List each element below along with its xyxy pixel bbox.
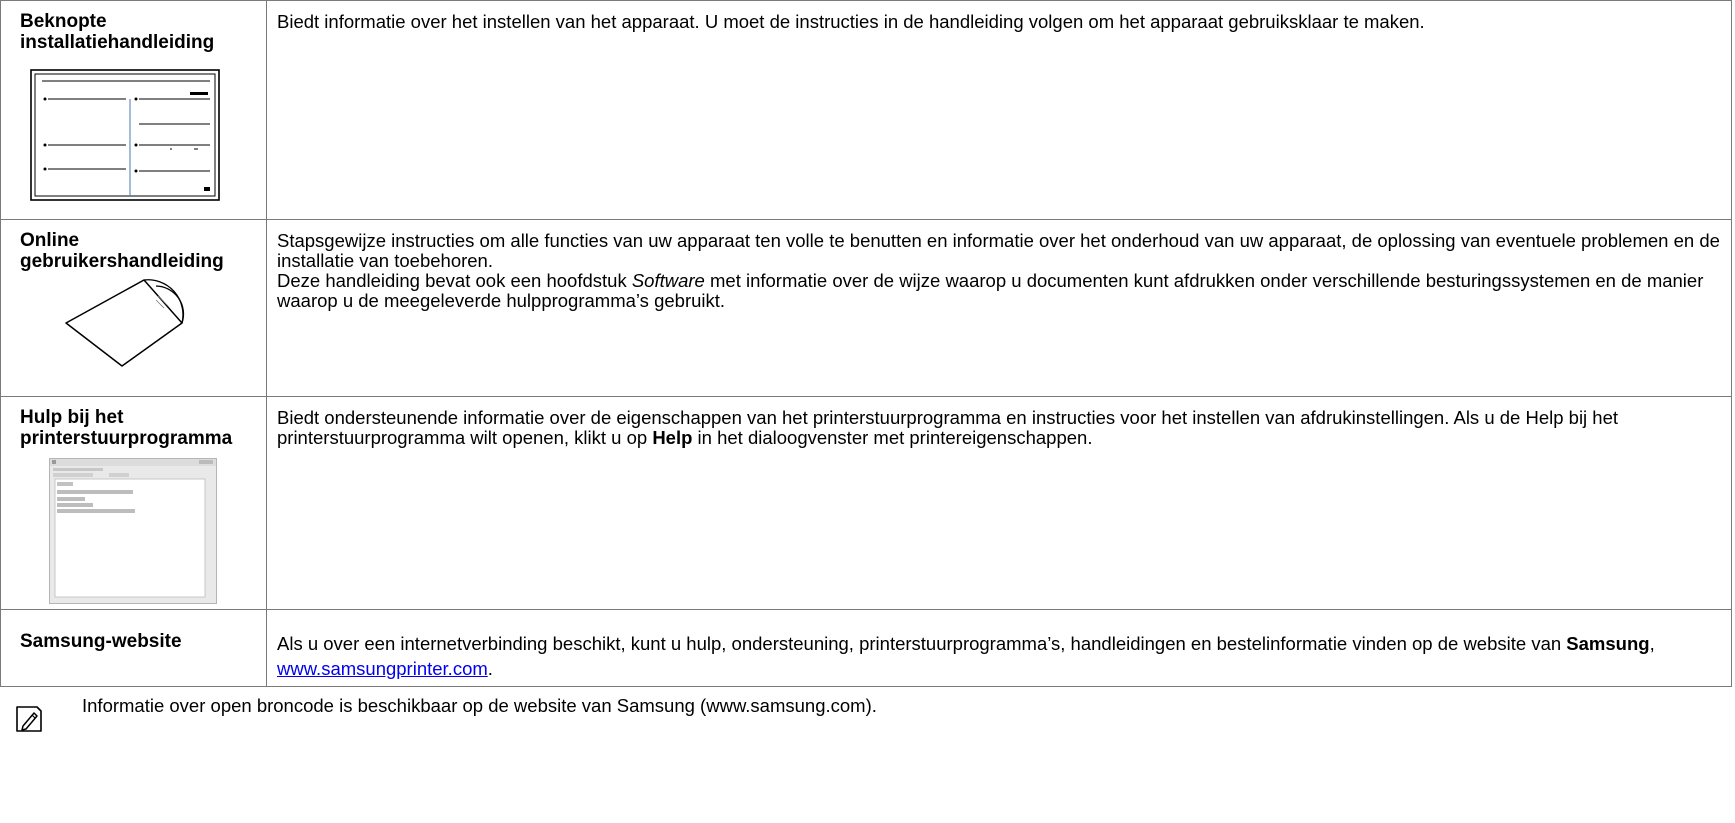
guide-table: Beknopte installatiehandleiding Biedt in…: [0, 0, 1732, 687]
description-end: .: [487, 658, 493, 679]
label-cell: Online gebruikershandleiding: [0, 219, 267, 397]
description-text: in het dialoogvenster met printereigensc…: [692, 427, 1093, 448]
table-row: Online gebruikershandleiding Stapsgewijz…: [0, 219, 1732, 397]
note: Informatie over open broncode is beschik…: [14, 694, 1714, 734]
row-label: Hulp bij het printerstuurprogramma: [20, 407, 233, 449]
note-text: Informatie over open broncode is beschik…: [82, 695, 877, 716]
note-pencil-icon: [16, 706, 42, 732]
description-cell: Stapsgewijze instructies om alle functie…: [266, 219, 1732, 397]
quick-install-guide-icon: [30, 69, 220, 201]
row-description: Als u over een internetverbinding beschi…: [267, 610, 1731, 681]
row-label: Online gebruikershandleiding: [20, 230, 224, 272]
description-text: Stapsgewijze instructies om alle functie…: [277, 230, 1720, 271]
help-button-name: Help: [652, 427, 693, 448]
label-cell: Beknopte installatiehandleiding: [0, 0, 267, 220]
row-description: Biedt ondersteunende informatie over de …: [267, 397, 1731, 448]
label-cell: Samsung-website: [0, 609, 267, 687]
cd-disc-icon: [65, 279, 185, 367]
row-label: Samsung-website: [20, 631, 182, 652]
description-cell: Als u over een internetverbinding beschi…: [266, 609, 1732, 687]
samsungprinter-link[interactable]: www.samsungprinter.com: [277, 658, 488, 679]
table-row: Samsung-website Als u over een internetv…: [0, 609, 1732, 687]
help-window-icon: [49, 458, 217, 604]
description-text: Deze handleiding bevat ook een hoofdstuk: [277, 270, 632, 291]
description-text: Als u over een internetverbinding beschi…: [277, 633, 1567, 654]
table-row: Hulp bij het printerstuurprogramma Biedt…: [0, 396, 1732, 610]
separator-text: ,: [1649, 633, 1655, 654]
description-cell: Biedt informatie over het instellen van …: [266, 0, 1732, 220]
table-row: Beknopte installatiehandleiding Biedt in…: [0, 0, 1732, 220]
label-cell: Hulp bij het printerstuurprogramma: [0, 396, 267, 610]
row-description: Stapsgewijze instructies om alle functie…: [267, 220, 1731, 311]
row-label: Beknopte installatiehandleiding: [20, 11, 215, 53]
row-description: Biedt informatie over het instellen van …: [277, 11, 1425, 32]
description-cell: Biedt ondersteunende informatie over de …: [266, 396, 1732, 610]
samsung-name: Samsung: [1566, 633, 1650, 654]
software-chapter-name: Software: [631, 270, 705, 291]
